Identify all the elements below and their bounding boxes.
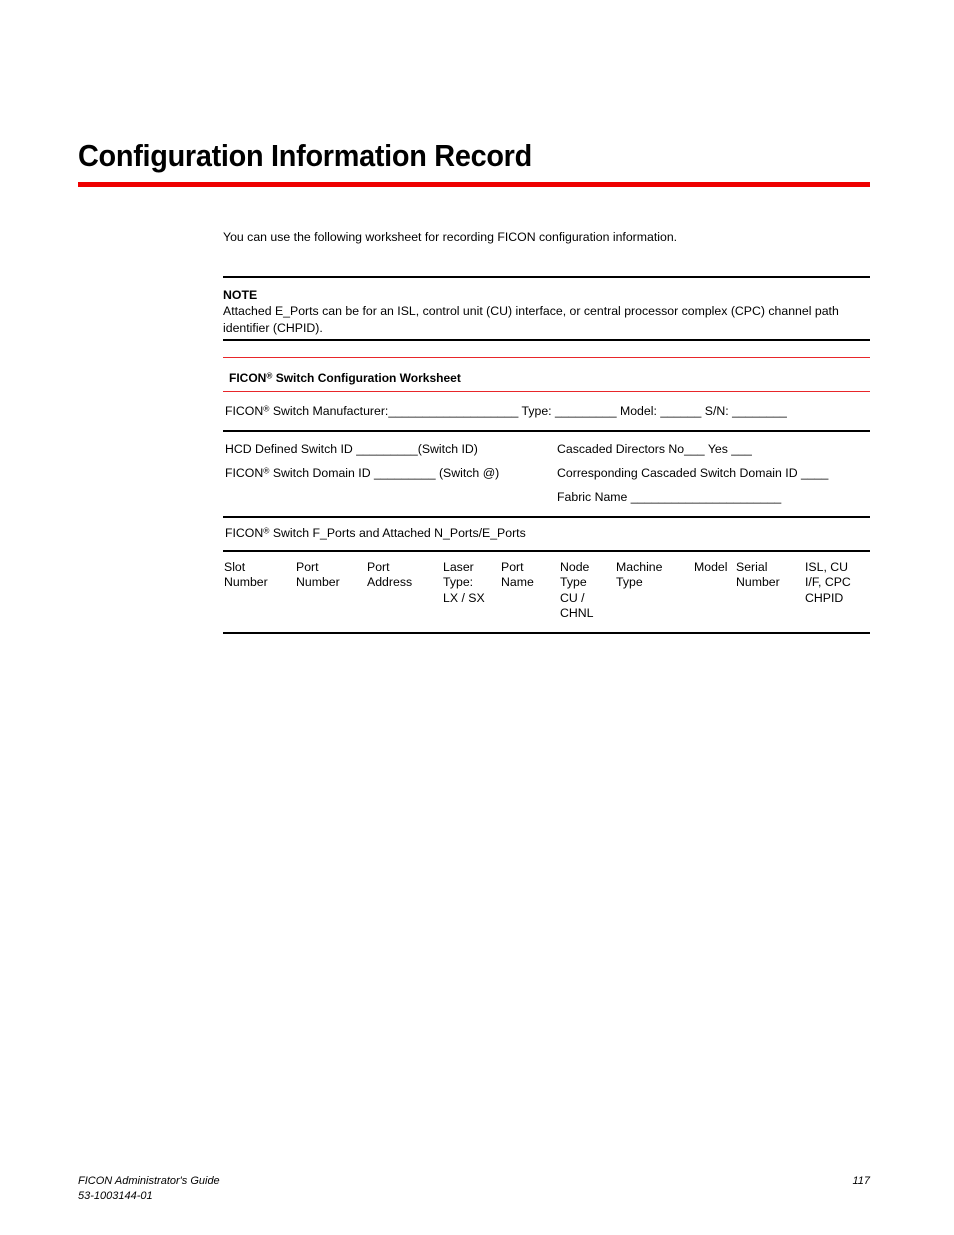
column-header: ISL, CU I/F, CPC CHPID: [805, 560, 851, 606]
column-header: Model: [694, 560, 728, 575]
column-header-line: Slot: [224, 560, 246, 574]
note-bottom-rule: [223, 339, 870, 342]
column-header-top-rule: [223, 550, 870, 552]
column-header: Port Number: [296, 560, 340, 591]
column-header-line: Number: [296, 575, 340, 590]
worksheet-title-suffix: Switch Configuration Worksheet: [272, 371, 461, 385]
column-header-line: I/F, CPC: [805, 575, 851, 590]
worksheet-title-bottom-rule: [223, 391, 870, 393]
fports-text: Switch F_Ports and Attached N_Ports/E_Po…: [269, 526, 526, 540]
intro-paragraph: You can use the following worksheet for …: [223, 230, 678, 244]
serial-number-label: S/N:: [701, 404, 733, 418]
note-top-rule: [223, 276, 870, 279]
column-header-line: Laser: [443, 560, 474, 574]
title-accent-rule: [78, 182, 870, 187]
fports-prefix: FICON: [225, 526, 264, 540]
serial-number-blank-field[interactable]: ________: [732, 404, 787, 418]
column-header-line: Type: [616, 575, 643, 590]
column-header-line: Number: [224, 575, 268, 590]
column-header-line: Type:: [443, 575, 474, 590]
column-header: Port Address: [367, 560, 412, 591]
footer-left: FICON Administrator's Guide 53-1003144-0…: [78, 1174, 220, 1204]
fabric-name-row[interactable]: Fabric Name ______________________: [557, 490, 781, 504]
fports-top-rule: [223, 516, 870, 519]
switch-domain-id-text: Switch Domain ID _________ (Switch @): [269, 466, 500, 480]
model-label: Model:: [616, 404, 661, 418]
type-label: Type:: [518, 404, 555, 418]
footer-page-number: 117: [852, 1175, 870, 1187]
column-header: Slot Number: [224, 560, 268, 591]
note-body: Attached E_Ports can be for an ISL, cont…: [223, 304, 839, 335]
column-header: Laser Type: LX / SX: [443, 560, 485, 606]
column-header-line: ISL, CU: [805, 560, 849, 574]
column-header-line: Port: [501, 560, 524, 574]
worksheet-title-prefix: FICON: [229, 371, 267, 385]
footer-guide-title: FICON Administrator's Guide: [78, 1175, 220, 1187]
switch-domain-id-prefix: FICON: [225, 466, 264, 480]
column-header-line: Address: [367, 575, 413, 590]
fports-section-title: FICON® Switch F_Ports and Attached N_Por…: [225, 526, 526, 540]
column-header: Port Name: [501, 560, 534, 591]
column-header-line: Name: [501, 575, 534, 590]
manufacturer-blank-field[interactable]: ___________________: [388, 404, 518, 418]
manufacturer-prefix: FICON: [225, 404, 264, 418]
hcd-switch-id-row[interactable]: HCD Defined Switch ID _________(Switch I…: [225, 442, 478, 456]
column-header-line: LX / SX: [443, 590, 485, 605]
column-header: Machine Type: [616, 560, 662, 591]
column-header-line: CHNL: [560, 605, 594, 620]
corresponding-cascaded-domain-id-row[interactable]: Corresponding Cascaded Switch Domain ID …: [557, 466, 828, 480]
cascaded-directors-row[interactable]: Cascaded Directors No___ Yes ___: [557, 442, 752, 456]
column-header-line: Port: [367, 560, 390, 574]
column-header-line: Serial: [736, 560, 768, 574]
column-header-line: Port: [296, 560, 319, 574]
column-header: Serial Number: [736, 560, 780, 591]
note-block: NOTE Attached E_Ports can be for an ISL,…: [223, 287, 870, 336]
manufacturer-bottom-rule: [223, 430, 870, 433]
page-title: Configuration Information Record: [78, 138, 532, 173]
column-header-line: Model: [694, 560, 728, 574]
type-blank-field[interactable]: _________: [555, 404, 617, 418]
column-header-line: Machine: [616, 560, 663, 574]
manufacturer-row: FICON® Switch Manufacturer:_____________…: [225, 404, 787, 418]
note-label: NOTE: [223, 288, 258, 302]
worksheet-title: FICON® Switch Configuration Worksheet: [229, 371, 461, 385]
column-header-line: Node: [560, 560, 590, 574]
footer-document-number: 53-1003144-01: [78, 1190, 153, 1202]
hcd-switch-id-text: HCD Defined Switch ID _________(Switch I…: [225, 442, 478, 456]
column-header: Node Type CU / CHNL: [560, 560, 593, 621]
table-bottom-rule: [223, 632, 870, 635]
manufacturer-label: Switch Manufacturer:: [269, 404, 389, 418]
column-header-line: Type: [560, 575, 587, 590]
column-header-line: CHPID: [805, 590, 844, 605]
column-header-line: Number: [736, 575, 780, 590]
worksheet-title-top-rule: [223, 357, 870, 359]
model-blank-field[interactable]: ______: [660, 404, 701, 418]
switch-domain-id-row[interactable]: FICON® Switch Domain ID _________ (Switc…: [225, 466, 499, 480]
column-header-line: CU /: [560, 590, 585, 605]
